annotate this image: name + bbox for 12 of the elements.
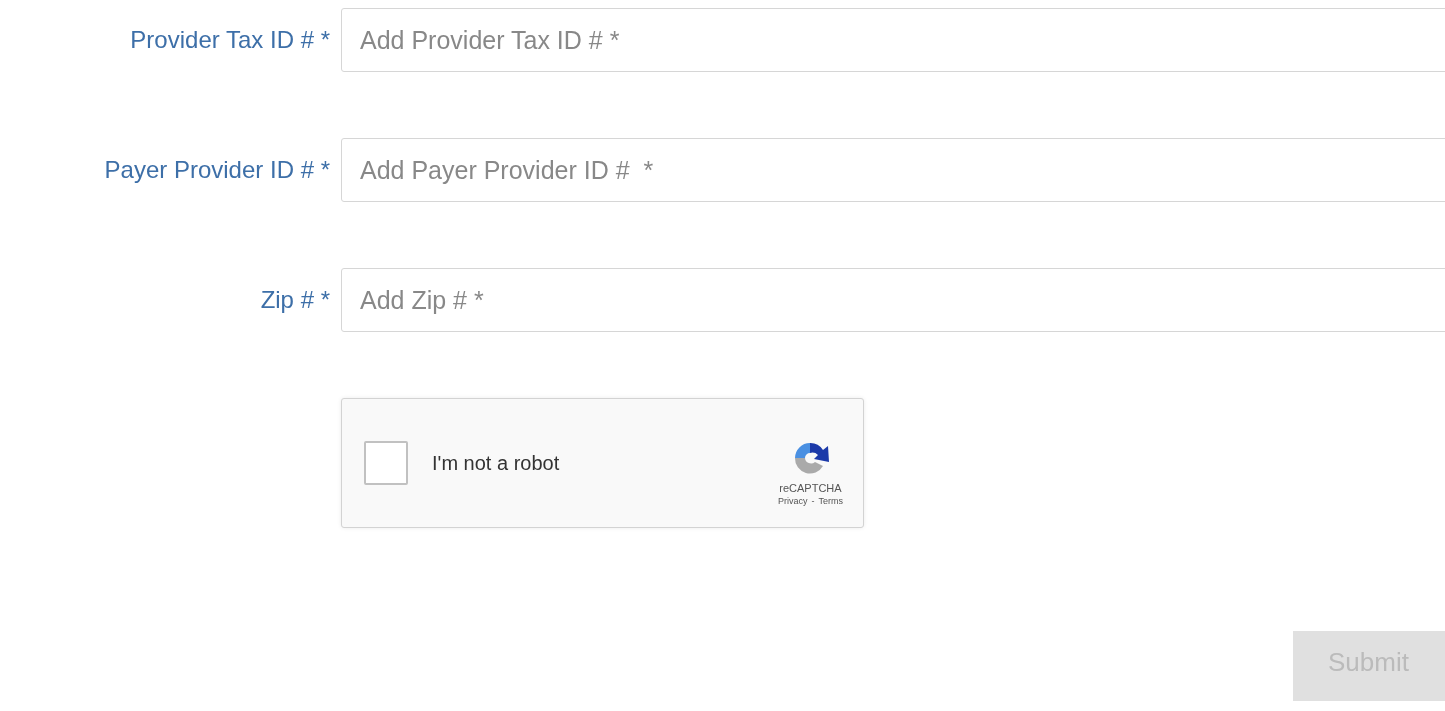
recaptcha-brand: reCAPTCHA — [779, 482, 842, 494]
field-label: Zip # * — [259, 286, 330, 314]
terms-link[interactable]: Terms — [818, 496, 843, 506]
field-label: Payer Provider ID # * — [103, 156, 330, 184]
separator: - — [811, 496, 815, 506]
input-field[interactable]: Add Zip # * — [341, 268, 1445, 332]
input-field[interactable]: Add Provider Tax ID # * — [341, 8, 1445, 72]
captcha-checkbox[interactable] — [364, 441, 408, 485]
privacy-link[interactable]: Privacy — [778, 496, 808, 506]
field-label: Provider Tax ID # * — [129, 26, 330, 54]
input-field[interactable]: Add Payer Provider ID # * — [341, 138, 1445, 202]
captcha-label: I'm not a robot — [432, 451, 561, 475]
